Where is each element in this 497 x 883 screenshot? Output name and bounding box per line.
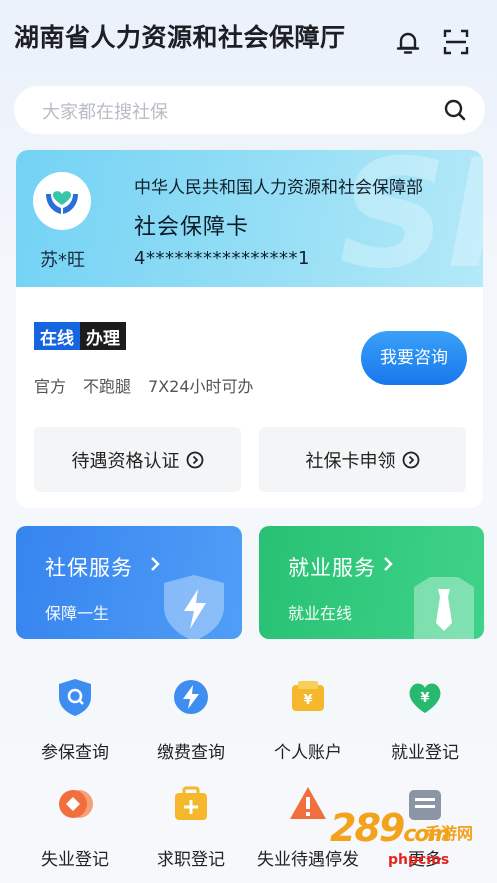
social-card-panel: SI 苏*旺 中华人民共和国人力资源和社会保障部 社会保障卡 4********… — [16, 150, 483, 508]
grid-item-job-reg[interactable]: 求职登记 — [133, 784, 249, 883]
shield-lightning-icon — [164, 575, 224, 639]
grid-item-employment-reg[interactable]: ¥ 就业登记 — [367, 677, 483, 777]
tag: 官方 — [34, 377, 67, 396]
coin-icon — [59, 790, 93, 818]
watermark-text: 手游网 — [425, 824, 474, 843]
action-label: 社保卡申领 — [305, 450, 396, 472]
action-label: 待遇资格认证 — [71, 450, 180, 472]
app-header: 湖南省人力资源和社会保障厅 — [0, 0, 497, 80]
grid-item-unemployment-reg[interactable]: 失业登记 — [17, 784, 133, 883]
tile-title: 就业服务 — [288, 556, 376, 580]
card-issuer: 中华人民共和国人力资源和社会保障部 — [134, 178, 423, 198]
scan-icon[interactable] — [442, 28, 470, 56]
badge-online: 在线 — [34, 322, 80, 350]
online-badge: 在线 办理 — [34, 322, 126, 350]
watermark-url: phpcms — [388, 852, 450, 868]
chevron-right-icon — [384, 557, 393, 571]
badge-handle: 办理 — [80, 322, 126, 350]
card-logo — [33, 172, 91, 230]
search-placeholder: 大家都在搜社保 — [42, 102, 168, 123]
consult-button[interactable]: 我要咨询 — [361, 331, 467, 385]
circle-arrow-icon — [402, 451, 419, 468]
card-watermark-graphic: SI — [339, 150, 483, 287]
grid-label: 就业登记 — [391, 743, 459, 763]
grid-label: 个人账户 — [274, 743, 342, 763]
grid-label: 缴费查询 — [157, 743, 225, 763]
warning-icon — [290, 787, 326, 819]
chevron-right-icon — [151, 557, 160, 571]
card-title: 社会保障卡 — [134, 215, 250, 240]
app-title: 湖南省人力资源和社会保障厅 — [14, 23, 346, 52]
circle-arrow-icon — [186, 451, 203, 468]
grid-label: 失业登记 — [41, 850, 109, 870]
site-watermark: 289com 手游网 phpcms — [330, 806, 480, 876]
grid-label: 求职登记 — [157, 850, 225, 870]
shield-search-icon — [59, 679, 91, 716]
search-icon[interactable] — [443, 98, 467, 122]
tag: 不跑腿 — [83, 377, 132, 396]
search-bar[interactable]: 大家都在搜社保 — [14, 86, 485, 134]
briefcase-plus-icon — [175, 786, 207, 820]
shirt-tie-icon — [414, 577, 474, 639]
social-service-tile[interactable]: 社保服务 保障一生 — [16, 526, 242, 639]
card-holder-name: 苏*旺 — [40, 250, 85, 271]
tile-subtitle: 保障一生 — [45, 604, 110, 623]
lightning-icon — [174, 680, 208, 714]
tile-subtitle: 就业在线 — [288, 604, 353, 623]
grid-item-personal-account[interactable]: ¥ 个人账户 — [250, 677, 366, 777]
tile-title: 社保服务 — [45, 556, 133, 580]
svg-text:¥: ¥ — [420, 691, 429, 706]
qualification-auth-button[interactable]: 待遇资格认证 — [34, 427, 241, 492]
grid-item-payment-query[interactable]: 缴费查询 — [133, 677, 249, 777]
card-apply-button[interactable]: 社保卡申领 — [259, 427, 466, 492]
grid-item-insurance-query[interactable]: 参保查询 — [17, 677, 133, 777]
tag: 7X24小时可办 — [148, 377, 254, 396]
hands-heart-icon — [46, 191, 78, 214]
grid-label: 参保查询 — [41, 743, 109, 763]
card-number: 4****************1 — [134, 248, 310, 269]
service-tags: 官方 不跑腿 7X24小时可办 — [34, 373, 254, 397]
social-security-card[interactable]: SI 苏*旺 中华人民共和国人力资源和社会保障部 社会保障卡 4********… — [16, 150, 483, 287]
employment-service-tile[interactable]: 就业服务 就业在线 — [259, 526, 484, 639]
wallet-icon: ¥ — [292, 681, 324, 711]
bell-icon[interactable] — [394, 28, 422, 56]
heart-yen-icon: ¥ — [409, 683, 441, 713]
svg-text:¥: ¥ — [303, 693, 312, 708]
